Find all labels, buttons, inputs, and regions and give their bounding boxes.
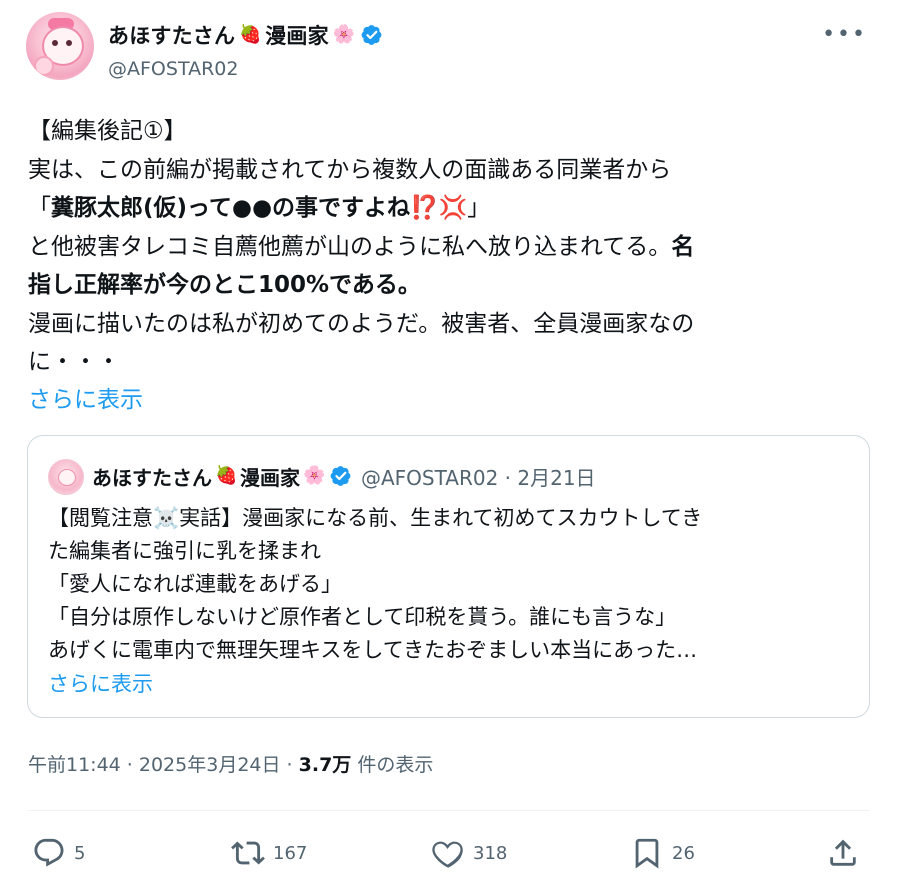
quoted-handle-date: @AFOSTAR02 · 2月21日 — [361, 465, 596, 490]
author-name-suffix[interactable]: 漫画家 — [265, 20, 329, 50]
views-label: 件の表示 — [351, 754, 434, 776]
reply-count: 5 — [74, 842, 86, 864]
author-name-row[interactable]: あほすたさん 🍓 漫画家 🌸 — [108, 20, 383, 50]
bookmark-icon — [635, 838, 659, 869]
author-handle[interactable]: @AFOSTAR02 — [108, 58, 238, 80]
reply-icon — [34, 838, 64, 867]
more-options-icon[interactable]: ••• — [822, 22, 867, 47]
repost-icon — [231, 841, 265, 865]
exclamation-question-emoji: ⁉️ — [410, 195, 439, 221]
share-button[interactable] — [826, 830, 860, 876]
bookmark-count: 26 — [672, 842, 695, 864]
avatar-flower — [34, 56, 54, 76]
verified-badge-icon — [330, 466, 351, 486]
skull-crossbones-emoji: ☠️ — [153, 506, 180, 530]
quoted-author-avatar[interactable] — [48, 459, 84, 495]
quoted-text: 【閲覧注意☠️実話】漫画家になる前、生まれて初めてスカウトしてき た編集者に強引… — [48, 502, 858, 667]
tweet-line: 実は、この前編が掲載されてから複数人の面識ある同業者から — [28, 156, 672, 183]
quoted-author-row: あほすたさん 🍓 漫画家 🌸 @AFOSTAR02 · 2月21日 — [92, 459, 596, 493]
tweet-timestamp[interactable]: 午前11:44 · 2025年3月24日 · — [28, 754, 299, 776]
cherry-blossom-emoji: 🌸 — [332, 24, 356, 45]
like-count: 318 — [473, 842, 508, 864]
heart-icon — [432, 841, 463, 868]
verified-badge-icon — [361, 25, 382, 45]
quoted-name-suffix: 漫画家 — [240, 465, 300, 490]
quoted-line: 【閲覧注意☠️実話】漫画家になる前、生まれて初めてスカウトしてき — [48, 506, 703, 530]
quoted-line: 「愛人になれば連載をあげる」 — [48, 572, 342, 596]
views-count: 3.7万 — [298, 754, 352, 776]
author-avatar[interactable] — [26, 12, 94, 80]
quoted-display-name: あほすたさん — [92, 465, 212, 490]
divider — [28, 810, 870, 811]
reply-button[interactable]: 5 — [32, 830, 85, 876]
quoted-show-more-link[interactable]: さらに表示 — [48, 668, 153, 700]
share-icon — [830, 839, 856, 866]
bookmark-button[interactable]: 26 — [630, 830, 695, 876]
cherry-blossom-emoji: 🌸 — [303, 465, 326, 486]
quoted-tweet-card[interactable]: あほすたさん 🍓 漫画家 🌸 @AFOSTAR02 · 2月21日 【閲覧注意☠… — [27, 435, 870, 718]
strawberry-emoji: 🍓 — [239, 24, 262, 45]
repost-button[interactable]: 167 — [231, 830, 307, 876]
quoted-line: た編集者に強引に乳を揉まれ — [48, 539, 321, 563]
strawberry-emoji: 🍓 — [215, 465, 238, 486]
tweet-line-bold: 指し正解率が今のとこ100%である。 — [28, 272, 421, 298]
tweet-meta: 午前11:44 · 2025年3月24日 · 3.7万 件の表示 — [28, 750, 433, 777]
tweet-line: 漫画に描いたのは私が初めてのようだ。被害者、全員漫画家なの — [28, 310, 695, 337]
tweet-line: と他被害タレコミ自薦他薦が山のように私へ放り込まれてる。名 — [28, 233, 695, 260]
author-display-name[interactable]: あほすたさん — [108, 20, 235, 50]
quoted-line: あげくに電車内で無理矢理キスをしてきたおぞましい本当にあった… — [48, 638, 698, 662]
anger-emoji: 💢 — [438, 195, 468, 221]
repost-count: 167 — [273, 842, 308, 864]
tweet-text: 【編集後記①】 実は、この前編が掲載されてから複数人の面識ある同業者から 「糞豚… — [28, 112, 868, 382]
quoted-line: 「自分は原作しないけど原作者として印税を貰う。誰にも言うな」 — [48, 605, 677, 629]
action-bar: 5 167 318 26 — [28, 830, 870, 876]
tweet-line-bold-quote: 「糞豚太郎(仮)って●●の事ですよね⁉️💢」 — [28, 195, 491, 221]
show-more-link[interactable]: さらに表示 — [28, 384, 143, 416]
like-button[interactable]: 318 — [431, 830, 507, 876]
tweet-line: に・・・ — [28, 349, 120, 375]
tweet-line: 【編集後記①】 — [28, 118, 187, 144]
